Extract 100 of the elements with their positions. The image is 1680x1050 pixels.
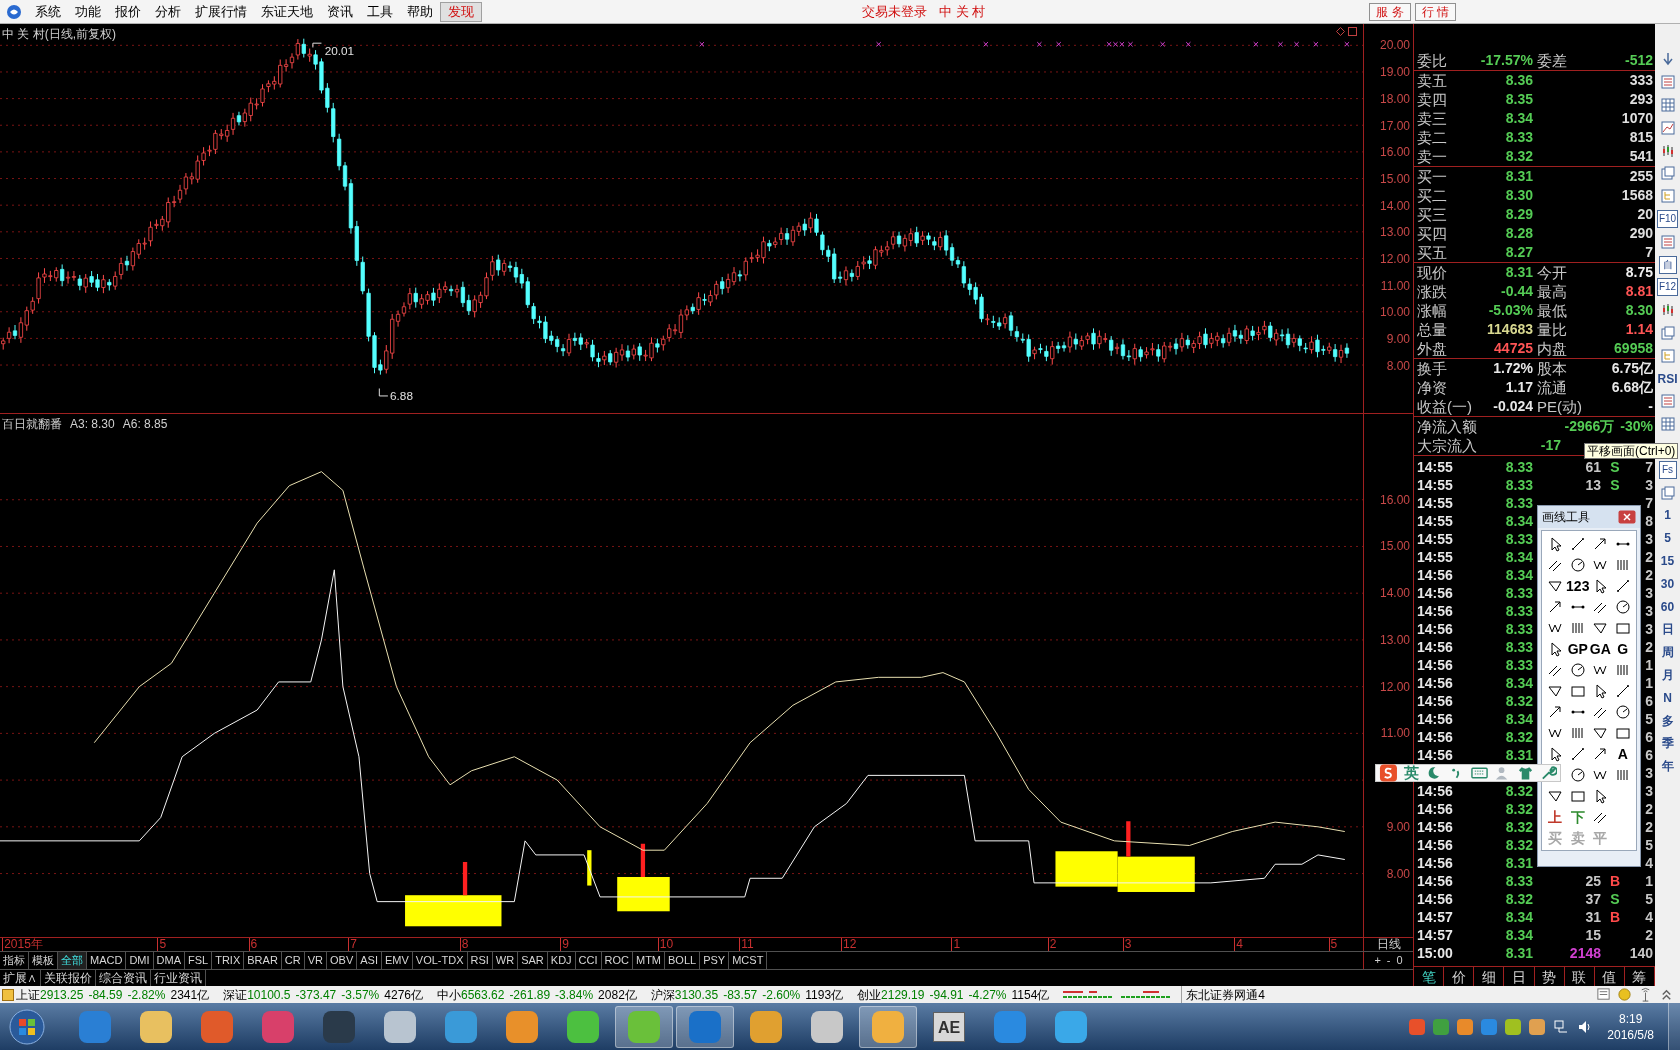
indicator-tab[interactable]: CR bbox=[281, 952, 305, 969]
indicator-tab[interactable]: BRAR bbox=[244, 952, 282, 969]
indicator-tab[interactable]: OBV bbox=[327, 952, 358, 969]
ime-logo-icon[interactable] bbox=[1379, 763, 1398, 783]
toolbar-button[interactable]: 日 bbox=[1661, 618, 1674, 641]
indicator-tab[interactable]: PSY bbox=[700, 952, 730, 969]
toolbar-button[interactable]: 60 bbox=[1660, 595, 1675, 618]
windows-icon[interactable] bbox=[1659, 165, 1676, 182]
circle-icon[interactable] bbox=[1569, 661, 1586, 678]
document-icon[interactable] bbox=[1596, 987, 1611, 1002]
tray-icon[interactable] bbox=[1505, 1018, 1522, 1035]
windows-icon[interactable] bbox=[1659, 484, 1676, 501]
menu-item[interactable]: 工具 bbox=[360, 1, 400, 22]
indicator-tab[interactable]: TRIX bbox=[212, 952, 245, 969]
menu-button[interactable]: 服 务 bbox=[1369, 2, 1411, 21]
taskbar-button[interactable] bbox=[615, 1005, 673, 1048]
indicator-tab[interactable]: 指标 bbox=[0, 952, 29, 969]
indicator-tab[interactable]: DMI bbox=[126, 952, 154, 969]
indicator-tab[interactable]: ROC bbox=[601, 952, 633, 969]
diagonal-line-icon[interactable] bbox=[1614, 682, 1631, 699]
indicator-tab[interactable]: SAR bbox=[518, 952, 548, 969]
windows-icon[interactable] bbox=[1659, 324, 1676, 341]
toolbar-button[interactable]: 年 bbox=[1661, 755, 1674, 778]
tool-button[interactable]: GA bbox=[1589, 640, 1611, 657]
table-icon[interactable] bbox=[1659, 97, 1676, 113]
zoom-button[interactable]: 0 bbox=[1396, 952, 1403, 969]
diagonal-line-icon[interactable] bbox=[1569, 745, 1586, 762]
double-up-arrow-icon[interactable] bbox=[1659, 987, 1674, 1002]
square-icon[interactable] bbox=[1348, 27, 1357, 36]
menu-item[interactable]: 系统 bbox=[28, 1, 68, 22]
toolbar-button[interactable]: F12 bbox=[1656, 278, 1679, 297]
wrench-icon[interactable] bbox=[1540, 764, 1557, 782]
menu-item[interactable]: 资讯 bbox=[320, 1, 360, 22]
indicator-tab[interactable]: KDJ bbox=[547, 952, 576, 969]
show-desktop-button[interactable] bbox=[1668, 1003, 1680, 1050]
indicator-tab[interactable]: WR bbox=[492, 952, 519, 969]
table-icon[interactable] bbox=[1659, 416, 1676, 433]
start-button[interactable] bbox=[8, 1007, 46, 1046]
toolbar-button[interactable]: RSI bbox=[1657, 367, 1678, 390]
menu-item[interactable]: 东证天地 bbox=[254, 1, 320, 22]
indicator-tab[interactable]: CCI bbox=[575, 952, 602, 969]
taskbar-button[interactable] bbox=[676, 1005, 734, 1048]
diagonal-line-icon[interactable] bbox=[1614, 577, 1631, 594]
tool-button[interactable]: A bbox=[1617, 745, 1628, 762]
toolbar-button[interactable]: N bbox=[1663, 686, 1672, 709]
menu-item[interactable]: 分析 bbox=[148, 1, 188, 22]
toolbar-button[interactable]: 1 bbox=[1664, 504, 1671, 527]
menu-item[interactable]: 扩展行情 bbox=[188, 1, 254, 22]
circle-icon[interactable] bbox=[1614, 703, 1631, 720]
toolbar-button[interactable]: 周 bbox=[1661, 641, 1674, 664]
toolbar-button[interactable]: 多 bbox=[1661, 709, 1674, 732]
toolbar-button[interactable]: 自 bbox=[1658, 255, 1677, 274]
tray-icon[interactable] bbox=[1457, 1018, 1474, 1035]
network-icon[interactable] bbox=[1553, 1018, 1570, 1035]
indicator-tab[interactable]: MCST bbox=[729, 952, 768, 969]
taskbar-button[interactable] bbox=[859, 1005, 917, 1048]
indicator-tab[interactable]: BOLL bbox=[665, 952, 701, 969]
ime-mode-button[interactable]: 英 bbox=[1403, 761, 1419, 785]
line-chart-icon[interactable] bbox=[1659, 119, 1676, 136]
zoom-button[interactable]: - bbox=[1386, 952, 1391, 969]
indicator-tab[interactable]: FSL bbox=[185, 952, 213, 969]
arrow-icon[interactable] bbox=[1547, 703, 1564, 720]
tool-button[interactable]: 下 bbox=[1570, 808, 1585, 825]
menu-item[interactable]: 帮助 bbox=[400, 1, 440, 22]
circle-icon[interactable] bbox=[1569, 766, 1586, 783]
tray-icon[interactable] bbox=[1529, 1018, 1546, 1035]
indicator-tab[interactable]: DMA bbox=[153, 952, 185, 969]
toolbar-button[interactable]: 5 bbox=[1664, 527, 1671, 550]
diamond-icon[interactable] bbox=[1336, 27, 1345, 36]
indicator-tab[interactable]: RSI bbox=[467, 952, 493, 969]
arrow-icon[interactable] bbox=[1547, 598, 1564, 615]
circle-icon[interactable] bbox=[1614, 598, 1631, 615]
app-logo-icon[interactable] bbox=[6, 3, 22, 20]
close-icon[interactable] bbox=[1618, 510, 1636, 524]
indicator-tab[interactable]: MACD bbox=[87, 952, 127, 969]
indicator-tab[interactable]: VOL-TDX bbox=[412, 952, 468, 969]
taskbar-button[interactable]: AE bbox=[920, 1005, 978, 1048]
toolbar-button[interactable]: 15 bbox=[1660, 549, 1675, 572]
circle-icon[interactable] bbox=[1569, 556, 1586, 573]
tool-button[interactable]: G bbox=[1617, 640, 1629, 657]
toolbar-button[interactable]: F10 bbox=[1656, 209, 1679, 228]
indicator-tab[interactable]: 全部 bbox=[58, 952, 87, 969]
toolbar-button[interactable]: 月 bbox=[1661, 663, 1674, 686]
diagonal-line-icon[interactable] bbox=[1569, 535, 1586, 552]
index-icon[interactable] bbox=[2, 988, 14, 1001]
indicator-tab[interactable]: MTM bbox=[633, 952, 666, 969]
tool-button[interactable]: 上 bbox=[1548, 808, 1563, 825]
toolbar-button[interactable]: 30 bbox=[1660, 572, 1675, 595]
tool-button[interactable]: GP bbox=[1567, 640, 1588, 657]
toolbar-button[interactable]: Fs bbox=[1658, 460, 1677, 479]
arrow-icon[interactable] bbox=[1592, 745, 1609, 762]
indicator-tab[interactable]: EMV bbox=[381, 952, 413, 969]
indicator-tab[interactable]: ASI bbox=[357, 952, 382, 969]
menu-item[interactable]: 功能 bbox=[68, 1, 108, 22]
indicator-tab[interactable]: VR bbox=[304, 952, 327, 969]
tool-button[interactable]: 123 bbox=[1566, 577, 1590, 594]
zoom-button[interactable]: + bbox=[1374, 952, 1381, 969]
toolbar-button[interactable]: 季 bbox=[1661, 732, 1674, 755]
arrow-icon[interactable] bbox=[1592, 535, 1609, 552]
menu-button[interactable]: 行 情 bbox=[1414, 2, 1456, 21]
